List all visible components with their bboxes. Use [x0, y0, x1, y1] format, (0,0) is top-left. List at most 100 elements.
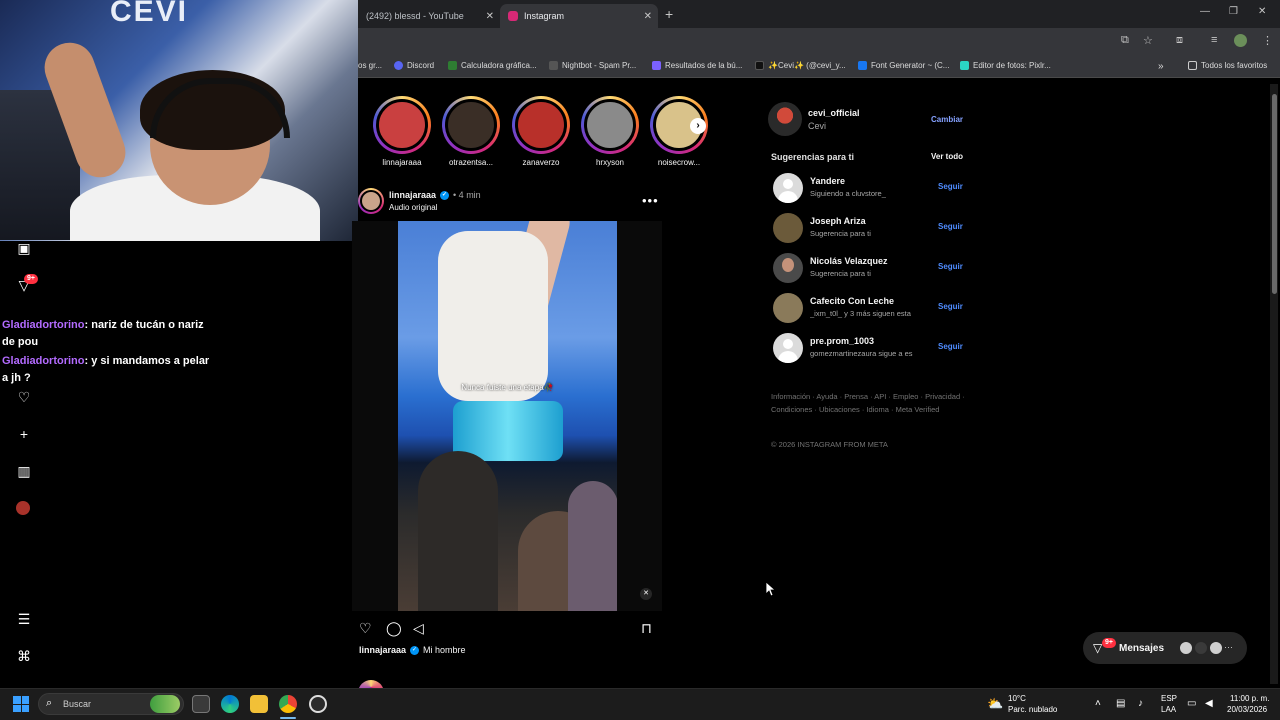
- follow-button[interactable]: Seguir: [938, 262, 963, 271]
- bookmark-item[interactable]: ✨Cevi✨ (@cevi_y...: [755, 61, 846, 70]
- like-heart-icon[interactable]: ♡: [359, 620, 375, 636]
- windows-start-icon[interactable]: [13, 696, 29, 712]
- suggestion-username[interactable]: Yandere: [810, 176, 845, 186]
- suggestion-username[interactable]: pre.prom_1003: [810, 336, 874, 346]
- volume-icon[interactable]: ◀: [1205, 698, 1213, 709]
- weather-temperature[interactable]: 10°C: [1008, 694, 1026, 703]
- network-icon[interactable]: ▭: [1187, 698, 1196, 709]
- obs-icon[interactable]: [309, 695, 327, 713]
- bookmark-item[interactable]: Resultados de la bú...: [652, 61, 742, 70]
- switch-account-button[interactable]: Cambiar: [931, 115, 963, 124]
- weather-cloud-icon[interactable]: ⛅: [987, 696, 1003, 712]
- task-view-icon[interactable]: [192, 695, 210, 713]
- caption-text: Mi hombre: [423, 645, 466, 655]
- follow-button[interactable]: Seguir: [938, 222, 963, 231]
- extensions-icon[interactable]: ⧈: [1176, 34, 1183, 47]
- all-bookmarks-folder[interactable]: Todos los favoritos: [1188, 61, 1267, 70]
- more-bookmarks-icon[interactable]: »: [1158, 61, 1164, 72]
- bookmark-item[interactable]: Discord: [394, 61, 434, 70]
- save-bookmark-icon[interactable]: ⊓: [641, 620, 657, 636]
- search-highlight-icon[interactable]: [150, 695, 180, 713]
- post-video[interactable]: Nunca fuiste una etapa🥀: [352, 221, 662, 611]
- keyboard-layout[interactable]: LAA: [1161, 705, 1176, 714]
- story-item[interactable]: hrxyson: [577, 96, 643, 167]
- microphone-icon[interactable]: ♪: [1138, 698, 1143, 709]
- post-author-avatar[interactable]: [358, 188, 384, 214]
- follow-button[interactable]: Seguir: [938, 302, 963, 311]
- install-app-icon[interactable]: ⧉: [1121, 34, 1129, 47]
- suggestion-item: Cafecito Con Leche _ixm_t0l_ y 3 más sig…: [773, 293, 963, 323]
- comment-icon[interactable]: ◯: [386, 620, 402, 636]
- post-audio-label[interactable]: Audio original: [389, 203, 437, 212]
- weather-description[interactable]: Parc. nublado: [1008, 705, 1057, 714]
- more-options-icon[interactable]: •••: [642, 193, 659, 208]
- taskbar-search-placeholder: Buscar: [63, 699, 92, 709]
- also-from-meta-icon[interactable]: ⌘: [16, 648, 32, 664]
- page-scrollbar-thumb[interactable]: [1272, 94, 1277, 294]
- heart-icon[interactable]: ♡: [16, 389, 32, 405]
- bookmark-item[interactable]: os gr...: [358, 61, 382, 70]
- new-tab-icon[interactable]: +: [665, 6, 673, 22]
- post-username[interactable]: linnajaraaa: [389, 190, 436, 200]
- current-user-fullname: Cevi: [808, 121, 827, 131]
- follow-button[interactable]: Seguir: [938, 182, 963, 191]
- story-item[interactable]: otrazentsa...: [438, 96, 504, 167]
- follow-button[interactable]: Seguir: [938, 342, 963, 351]
- file-explorer-icon[interactable]: [250, 695, 268, 713]
- window-close-icon[interactable]: ✕: [1258, 6, 1266, 17]
- dashboard-icon[interactable]: ▥: [16, 463, 32, 479]
- clock-time[interactable]: 11:00 p. m.: [1230, 694, 1269, 703]
- active-app-indicator: [280, 717, 296, 719]
- bookmark-item[interactable]: Nightbot - Spam Pr...: [549, 61, 636, 70]
- mute-icon[interactable]: ✕: [640, 588, 652, 600]
- menu-dots-icon[interactable]: ⋮: [1262, 34, 1273, 47]
- caption-username[interactable]: linnajaraaa: [359, 645, 406, 655]
- copyright: © 2026 INSTAGRAM FROM META: [771, 440, 888, 449]
- minimize-icon[interactable]: —: [1200, 6, 1210, 17]
- bookmark-label: ✨Cevi✨ (@cevi_y...: [768, 61, 846, 70]
- tab-youtube[interactable]: (2492) blessd - YouTube ✕: [358, 4, 500, 28]
- video-frame: Nunca fuiste una etapa🥀: [398, 221, 617, 611]
- close-icon[interactable]: ✕: [644, 11, 652, 22]
- suggestion-username[interactable]: Nicolás Velazquez: [810, 256, 888, 266]
- bookmark-star-icon[interactable]: ☆: [1143, 34, 1153, 47]
- bookmark-item[interactable]: Editor de fotos: Pixlr...: [960, 61, 1051, 70]
- bookmark-item[interactable]: Calculadora gráfica...: [448, 61, 537, 70]
- footer-links[interactable]: Información · Ayuda · Prensa · API · Emp…: [771, 391, 971, 416]
- suggestion-avatar[interactable]: [773, 293, 803, 323]
- bookmark-item[interactable]: Font Generator ~ (C...: [858, 61, 949, 70]
- chrome-icon[interactable]: [279, 695, 297, 713]
- stories-next-icon[interactable]: ›: [690, 118, 706, 134]
- suggestion-avatar[interactable]: [773, 333, 803, 363]
- tray-app-icon[interactable]: ▤: [1116, 698, 1125, 709]
- create-plus-icon[interactable]: +: [16, 426, 32, 442]
- suggestion-avatar[interactable]: [773, 253, 803, 283]
- current-user-avatar[interactable]: [768, 102, 802, 136]
- direct-message-icon: ▽: [1093, 641, 1103, 655]
- suggestion-subtitle: Sugerencia para ti: [810, 269, 871, 278]
- share-icon[interactable]: ◁: [413, 620, 429, 636]
- restore-icon[interactable]: ❐: [1229, 6, 1238, 17]
- close-icon[interactable]: ✕: [486, 11, 494, 22]
- tab-instagram[interactable]: Instagram ✕: [500, 4, 658, 28]
- media-control-icon[interactable]: ≡: [1211, 34, 1217, 46]
- profile-nav-avatar[interactable]: [16, 501, 30, 515]
- suggestion-username[interactable]: Joseph Ariza: [810, 216, 866, 226]
- suggestion-username[interactable]: Cafecito Con Leche: [810, 296, 894, 306]
- tray-overflow-chevron-icon[interactable]: ˄: [1095, 698, 1101, 709]
- edge-icon[interactable]: [221, 695, 239, 713]
- story-item[interactable]: zanaverzo: [508, 96, 574, 167]
- story-item[interactable]: linnajaraaa: [369, 96, 435, 167]
- bookmark-label: Calculadora gráfica...: [461, 61, 537, 70]
- clock-date[interactable]: 20/03/2026: [1227, 705, 1267, 714]
- language-code[interactable]: ESP: [1161, 694, 1177, 703]
- more-menu-icon[interactable]: ☰: [16, 611, 32, 627]
- suggestion-avatar[interactable]: [773, 173, 803, 203]
- reels-icon[interactable]: ▣: [16, 240, 32, 256]
- profile-avatar[interactable]: [1234, 34, 1247, 47]
- tiktok-icon: [755, 61, 764, 70]
- suggestion-avatar[interactable]: [773, 213, 803, 243]
- current-username[interactable]: cevi_official: [808, 108, 860, 118]
- see-all-button[interactable]: Ver todo: [931, 152, 963, 161]
- suggestions-title: Sugerencias para ti: [771, 152, 855, 162]
